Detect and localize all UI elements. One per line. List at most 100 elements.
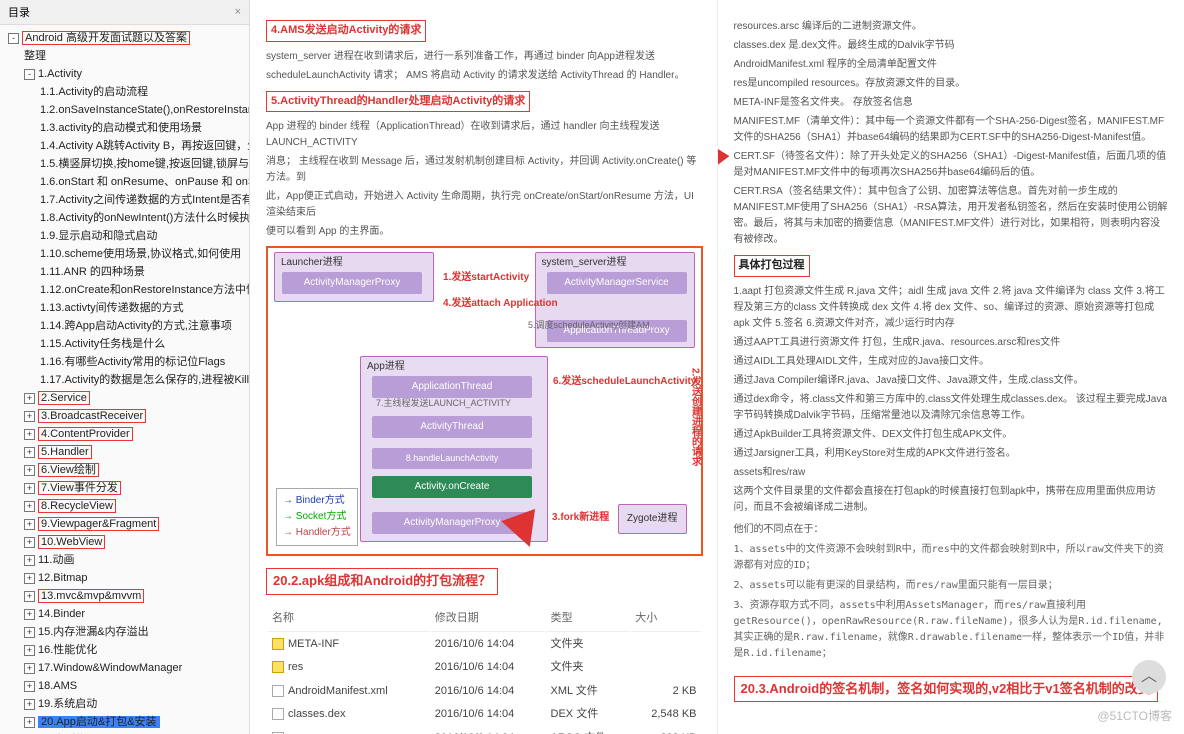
- tree-toggle[interactable]: +: [24, 627, 35, 638]
- node-整理[interactable]: 整理: [24, 50, 46, 62]
- tree-toggle[interactable]: +: [24, 645, 35, 656]
- toc-item[interactable]: 8.RecycleView: [38, 499, 116, 513]
- node-activity[interactable]: 1.Activity: [38, 68, 82, 80]
- toc-item[interactable]: 1.16.有哪些Activity常用的标记位Flags: [40, 356, 225, 368]
- text-line: 通过Jarsigner工具，利用KeyStore对生成的APK文件进行签名。: [734, 446, 1171, 462]
- tree-toggle[interactable]: +: [24, 519, 35, 530]
- toc-item[interactable]: 1.8.Activity的onNewIntent()方法什么时候执行: [40, 212, 249, 224]
- text-line: assets和res/raw: [734, 465, 1171, 481]
- text-line: 1.aapt 打包资源文件生成 R.java 文件；aidl 生成 java 文…: [734, 284, 1171, 332]
- file-table: 名称修改日期类型大小 META-INF2016/10/6 14:04文件夹res…: [266, 605, 703, 734]
- tree-toggle[interactable]: +: [24, 699, 35, 710]
- tree-toggle[interactable]: +: [24, 573, 35, 584]
- toc-item[interactable]: 18.AMS: [38, 680, 77, 692]
- toc-item[interactable]: 16.性能优化: [38, 644, 97, 656]
- toc-item[interactable]: 15.内存泄漏&内存溢出: [38, 626, 149, 638]
- table-row[interactable]: AndroidManifest.xml2016/10/6 14:04XML 文件…: [268, 681, 701, 703]
- toc-item[interactable]: 14.Binder: [38, 608, 85, 620]
- folder-icon: [272, 661, 284, 673]
- label-app: App进程: [367, 359, 405, 375]
- toc-item[interactable]: 12.Bitmap: [38, 572, 88, 584]
- tree-toggle[interactable]: +: [24, 447, 35, 458]
- toc-item[interactable]: 10.WebView: [38, 535, 105, 549]
- col-header[interactable]: 大小: [631, 607, 700, 632]
- tree-toggle[interactable]: +: [24, 663, 35, 674]
- tree-toggle[interactable]: +: [24, 483, 35, 494]
- para: App 进程的 binder 线程（ApplicationThread）在收到请…: [266, 119, 703, 151]
- toc-item[interactable]: 1.5.横竖屏切换,按home键,按返回键,锁屏与解锁: [40, 158, 249, 170]
- tree-toggle[interactable]: -: [24, 69, 35, 80]
- toc-item[interactable]: 2.Service: [38, 391, 90, 405]
- arrow-label-3: 3.fork新进程: [552, 510, 609, 526]
- tree-toggle[interactable]: +: [24, 411, 35, 422]
- toc-item[interactable]: 1.2.onSaveInstanceState(),onRestoreInsta…: [40, 104, 249, 116]
- text-line: classes.dex 是.dex文件。最终生成的Dalvik字节码: [734, 38, 1171, 54]
- text-line: CERT.RSA（签名结果文件）：其中包含了公钥、加密算法等信息。首先对前一步生…: [734, 184, 1171, 248]
- toc-item[interactable]: 1.7.Activity之间传递数据的方式Intent是否有大: [40, 194, 249, 206]
- toc-item[interactable]: 6.View绘制: [38, 463, 99, 477]
- table-row[interactable]: resources.arsc2016/10/6 14:04ARSC 文件203 …: [268, 728, 701, 734]
- toc-item[interactable]: 13.mvc&mvp&mvvm: [38, 589, 144, 603]
- toc-item[interactable]: 4.ContentProvider: [38, 427, 133, 441]
- toc-item[interactable]: 1.15.Activity任务栈是什么: [40, 338, 165, 350]
- para: 便可以看到 App 的主界面。: [266, 224, 703, 240]
- toc-item[interactable]: 1.11.ANR 的四种场景: [40, 266, 145, 278]
- toc-item[interactable]: 5.Handler: [38, 445, 92, 459]
- toc-item[interactable]: 3.BroadcastReceiver: [38, 409, 146, 423]
- tree-toggle[interactable]: -: [8, 33, 19, 44]
- tree-toggle[interactable]: +: [24, 555, 35, 566]
- tree-toggle[interactable]: +: [24, 591, 35, 602]
- text-line: MANIFEST.MF（清单文件）：其中每一个资源文件都有一个SHA-256-D…: [734, 114, 1171, 146]
- box-ams: ActivityManagerService: [547, 272, 687, 294]
- toc-item[interactable]: 1.9.显示启动和隐式启动: [40, 230, 157, 242]
- root-node[interactable]: Android 高级开发面试题以及答案: [22, 31, 190, 45]
- toc-item[interactable]: 17.Window&WindowManager: [38, 662, 182, 674]
- toc-item[interactable]: 1.12.onCreate和onRestoreInstance方法中恢: [40, 284, 249, 296]
- text-line: 通过AAPT工具进行资源文件 打包，生成R.java、resources.ars…: [734, 335, 1171, 351]
- toc-item[interactable]: 1.13.activty间传递数据的方式: [40, 302, 184, 314]
- toc-item[interactable]: 9.Viewpager&Fragment: [38, 517, 159, 531]
- scroll-top-button[interactable]: ︿: [1132, 660, 1166, 694]
- toc-item[interactable]: 1.10.scheme使用场景,协议格式,如何使用: [40, 248, 241, 260]
- box-aoc: Activity.onCreate: [372, 476, 532, 498]
- folder-icon: [272, 638, 284, 650]
- arrow-label-7: 7.主线程发送LAUNCH_ACTIVITY: [376, 396, 511, 410]
- file-icon: [272, 685, 284, 697]
- col-header[interactable]: 修改日期: [431, 607, 545, 632]
- chevron-up-icon: ︿: [1141, 664, 1157, 690]
- toc-item[interactable]: 11.动画: [38, 554, 74, 566]
- arrow-label-1: 1.发送startActivity: [443, 270, 529, 286]
- toc-item-selected[interactable]: 20.App启动&打包&安装: [38, 716, 160, 728]
- tree-toggle[interactable]: +: [24, 465, 35, 476]
- tree-toggle[interactable]: +: [24, 717, 35, 728]
- tree-toggle[interactable]: +: [24, 681, 35, 692]
- toc-item[interactable]: 7.View事件分发: [38, 481, 121, 495]
- para: system_server 进程在收到请求后，进行一系列准备工作，再通过 bin…: [266, 49, 703, 65]
- toc-item[interactable]: 19.系统启动: [38, 698, 97, 710]
- tree-toggle[interactable]: +: [24, 429, 35, 440]
- tree-toggle[interactable]: +: [24, 609, 35, 620]
- toc-item[interactable]: 1.6.onStart 和 onResume、onPause 和 onSto: [40, 176, 249, 188]
- question-20-3: 20.3.Android的签名机制，签名如何实现的,v2相比于v1签名机制的改变: [734, 676, 1158, 703]
- col-header[interactable]: 类型: [547, 607, 630, 632]
- tree-toggle[interactable]: +: [24, 537, 35, 548]
- toc-item[interactable]: 1.17.Activity的数据是怎么保存的,进程被Kill后,保: [40, 374, 249, 386]
- table-row[interactable]: META-INF2016/10/6 14:04文件夹: [268, 634, 701, 656]
- arrow-label-5: 5.调度scheduleActivity创建AM: [528, 318, 650, 332]
- toc-item[interactable]: 1.14.跨App启动Activity的方式,注意事项: [40, 320, 232, 332]
- diff-head: 他们的不同点在于：: [734, 522, 1171, 538]
- close-icon[interactable]: ×: [235, 6, 241, 18]
- sidebar-header: 目录 ×: [0, 0, 249, 25]
- col-header[interactable]: 名称: [268, 607, 429, 632]
- toc-item[interactable]: 1.4.Activity A跳转Activity B，再按返回键，生命: [40, 140, 249, 152]
- para: scheduleLaunchActivity 请求； AMS 将启动 Activ…: [266, 68, 703, 84]
- tree-toggle[interactable]: +: [24, 393, 35, 404]
- text-line: 通过ApkBuilder工具将资源文件、DEX文件打包生成APK文件。: [734, 427, 1171, 443]
- table-row[interactable]: res2016/10/6 14:04文件夹: [268, 657, 701, 679]
- box-amp: ActivityManagerProxy: [282, 272, 422, 294]
- tree-toggle[interactable]: +: [24, 501, 35, 512]
- toc-item[interactable]: 1.1.Activity的启动流程: [40, 86, 148, 98]
- text-line: 3、资源存取方式不同，assets中利用AssetsManager，而res/r…: [734, 598, 1171, 662]
- toc-item[interactable]: 1.3.activity的启动模式和使用场景: [40, 122, 202, 134]
- table-row[interactable]: classes.dex2016/10/6 14:04DEX 文件2,548 KB: [268, 704, 701, 726]
